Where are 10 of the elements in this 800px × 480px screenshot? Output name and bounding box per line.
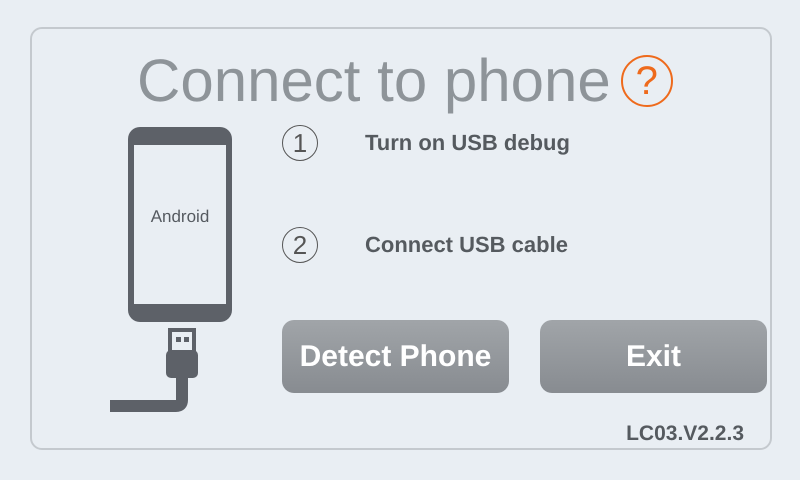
help-button[interactable]: ? [620, 55, 673, 107]
phone-label: Android [150, 207, 210, 228]
dialog-title: Connect to phone [137, 46, 611, 116]
step-text: Turn on USB debug [365, 130, 570, 156]
version-text: LC03.V2.2.3 [626, 422, 744, 446]
step-number: 1 [282, 125, 318, 161]
step-text: Connect USB cable [365, 232, 568, 258]
step-number: 2 [282, 227, 318, 263]
exit-button[interactable]: Exit [540, 320, 767, 393]
detect-phone-button[interactable]: Detect Phone [282, 320, 509, 393]
